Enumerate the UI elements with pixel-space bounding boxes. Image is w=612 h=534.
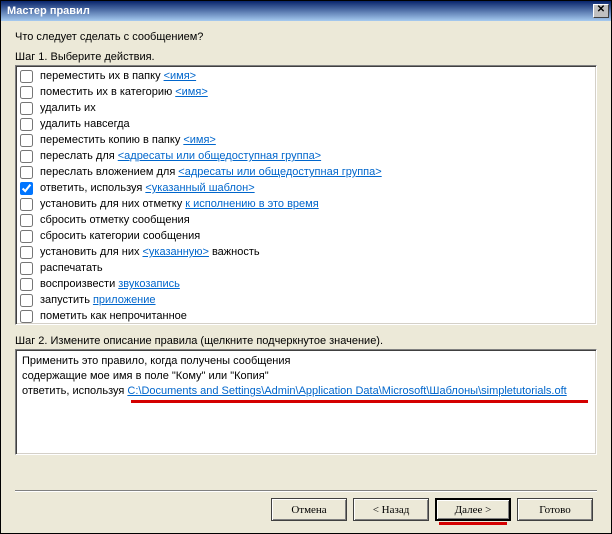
action-link[interactable]: <имя> xyxy=(183,132,216,148)
actions-listbox[interactable]: переместить их в папку <имя>поместить их… xyxy=(15,65,597,325)
action-text: удалить их xyxy=(40,100,96,116)
action-row[interactable]: сбросить категории сообщения xyxy=(20,228,592,244)
action-row[interactable]: пометить как непрочитанное xyxy=(20,308,592,324)
action-text: поместить их в категорию xyxy=(40,84,172,100)
action-text-post: важность xyxy=(212,244,260,260)
action-row[interactable]: воспроизвести звукозапись xyxy=(20,276,592,292)
action-row[interactable]: запустить приложение xyxy=(20,292,592,308)
action-row[interactable]: распечатать xyxy=(20,260,592,276)
action-text: сбросить категории сообщения xyxy=(40,228,200,244)
action-text: удалить навсегда xyxy=(40,116,130,132)
action-link[interactable]: <указанную> xyxy=(142,244,208,260)
action-text: пометить как непрочитанное xyxy=(40,308,187,324)
action-checkbox[interactable] xyxy=(20,230,33,243)
action-checkbox[interactable] xyxy=(20,134,33,147)
action-row[interactable]: переслать для <адресаты или общедоступна… xyxy=(20,148,592,164)
action-text: распечатать xyxy=(40,260,103,276)
action-link[interactable]: к исполнению в это время xyxy=(185,196,318,212)
next-button[interactable]: Далее > xyxy=(435,498,511,521)
action-row[interactable]: переслать вложением для <адресаты или об… xyxy=(20,164,592,180)
finish-button[interactable]: Готово xyxy=(517,498,593,521)
action-checkbox[interactable] xyxy=(20,182,33,195)
desc-line1: Применить это правило, когда получены со… xyxy=(22,354,590,369)
action-row[interactable]: удалить навсегда xyxy=(20,116,592,132)
content-area: Что следует сделать с сообщением? Шаг 1.… xyxy=(1,21,611,533)
cancel-button[interactable]: Отмена xyxy=(271,498,347,521)
action-text: запустить xyxy=(40,292,90,308)
action-text: сбросить отметку сообщения xyxy=(40,212,190,228)
action-text: переслать для xyxy=(40,148,115,164)
step1-label: Шаг 1. Выберите действия. xyxy=(15,51,597,63)
action-link[interactable]: <имя> xyxy=(175,84,208,100)
window-title: Мастер правил xyxy=(7,5,593,17)
close-icon[interactable]: ✕ xyxy=(593,4,609,18)
action-text: запустить xyxy=(40,324,90,325)
back-button[interactable]: < Назад xyxy=(353,498,429,521)
action-text: ответить, используя xyxy=(40,180,142,196)
action-checkbox[interactable] xyxy=(20,214,33,227)
action-link[interactable]: <адресаты или общедоступная группа> xyxy=(118,148,321,164)
highlight-underline xyxy=(439,522,507,525)
rules-wizard-window: Мастер правил ✕ Что следует сделать с со… xyxy=(0,0,612,534)
action-link[interactable]: приложение xyxy=(93,292,156,308)
next-button-label: Далее > xyxy=(455,504,492,516)
action-row[interactable]: установить для них <указанную> важность xyxy=(20,244,592,260)
action-text: установить для них xyxy=(40,244,139,260)
action-row[interactable]: сбросить отметку сообщения xyxy=(20,212,592,228)
action-link[interactable]: <адресаты или общедоступная группа> xyxy=(178,164,381,180)
action-checkbox[interactable] xyxy=(20,86,33,99)
action-row[interactable]: переместить их в папку <имя> xyxy=(20,68,592,84)
action-row[interactable]: переместить копию в папку <имя> xyxy=(20,132,592,148)
action-row[interactable]: удалить их xyxy=(20,100,592,116)
action-row[interactable]: установить для них отметку к исполнению … xyxy=(20,196,592,212)
prompt-text: Что следует сделать с сообщением? xyxy=(15,31,597,43)
action-text: воспроизвести xyxy=(40,276,115,292)
action-link[interactable]: <указанный шаблон> xyxy=(145,180,254,196)
action-checkbox[interactable] xyxy=(20,166,33,179)
action-row[interactable]: запустить скрипт xyxy=(20,324,592,325)
action-checkbox[interactable] xyxy=(20,278,33,291)
action-checkbox[interactable] xyxy=(20,70,33,83)
template-path-link[interactable]: C:\Documents and Settings\Admin\Applicat… xyxy=(127,385,566,397)
action-text: переместить копию в папку xyxy=(40,132,180,148)
desc-line3: ответить, используя C:\Documents and Set… xyxy=(22,384,590,399)
action-text: переместить их в папку xyxy=(40,68,161,84)
button-row: Отмена < Назад Далее > Готово xyxy=(15,491,597,525)
highlight-underline xyxy=(131,400,588,403)
action-checkbox[interactable] xyxy=(20,118,33,131)
action-checkbox[interactable] xyxy=(20,310,33,323)
action-row[interactable]: поместить их в категорию <имя> xyxy=(20,84,592,100)
action-text: переслать вложением для xyxy=(40,164,175,180)
titlebar: Мастер правил ✕ xyxy=(1,1,611,21)
action-checkbox[interactable] xyxy=(20,198,33,211)
action-checkbox[interactable] xyxy=(20,246,33,259)
desc-line2: содержащие мое имя в поле "Кому" или "Ко… xyxy=(22,369,590,384)
desc-line3-pre: ответить, используя xyxy=(22,385,127,397)
rule-description-box: Применить это правило, когда получены со… xyxy=(15,349,597,455)
action-checkbox[interactable] xyxy=(20,102,33,115)
step2-label: Шаг 2. Измените описание правила (щелкни… xyxy=(15,335,597,347)
action-checkbox[interactable] xyxy=(20,262,33,275)
action-checkbox[interactable] xyxy=(20,150,33,163)
action-row[interactable]: ответить, используя <указанный шаблон> xyxy=(20,180,592,196)
action-link[interactable]: скрипт xyxy=(93,324,127,325)
action-link[interactable]: <имя> xyxy=(164,68,197,84)
action-link[interactable]: звукозапись xyxy=(118,276,180,292)
action-text: установить для них отметку xyxy=(40,196,182,212)
action-checkbox[interactable] xyxy=(20,294,33,307)
